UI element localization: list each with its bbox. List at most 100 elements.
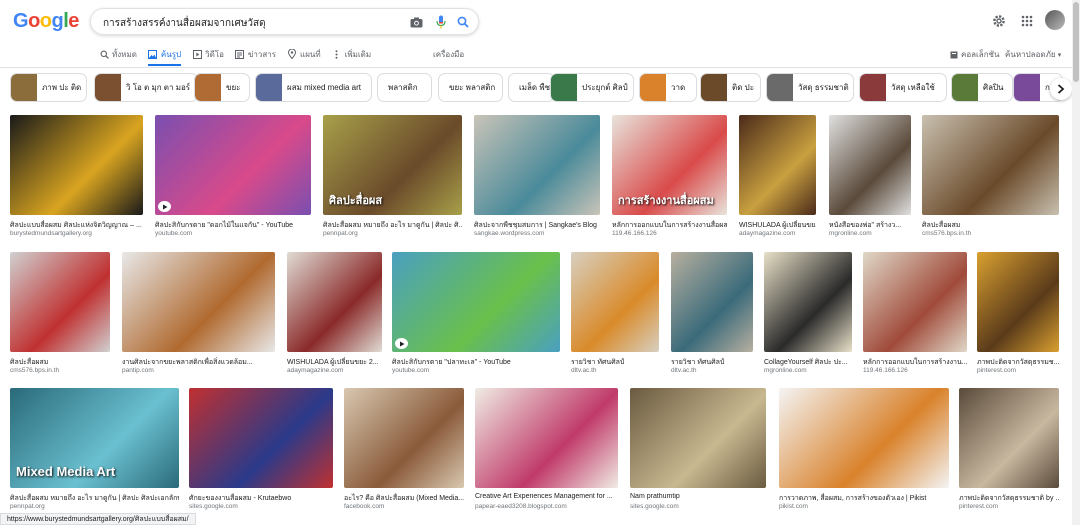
chip[interactable]: ศิลปิน (951, 73, 1013, 102)
chip[interactable]: วาด (639, 73, 697, 102)
image-result[interactable]: WISHULADA ผู้เปลี่ยนขยะ 2... adaymagazine… (287, 252, 382, 380)
result-thumbnail[interactable] (189, 388, 333, 488)
result-thumbnail[interactable] (739, 115, 816, 215)
chip[interactable]: วิ โอ ต มุก ตา มอร์ (94, 73, 198, 102)
image-result[interactable]: ศิลปะสื่อผสม cms576.bps.in.th (922, 115, 1059, 243)
bookmark-icon (950, 51, 958, 58)
image-result[interactable]: ศิลปะสื่อผส ศิลปะสื่อผสม หมายถึง อะไร มาด… (323, 115, 462, 243)
chip[interactable]: วัสดุ ธรรมชาติ (766, 73, 854, 102)
image-result[interactable]: WISHULADA ผู้เปลี่ยนขย... adaymagazine.co… (739, 115, 816, 243)
scrollbar-thumb[interactable] (1073, 2, 1079, 82)
chip[interactable]: ขยะ (194, 73, 250, 102)
image-result[interactable]: ศิลปะจากพืชชุมสมการ | Sangkae's Blog sang… (474, 115, 600, 243)
image-result[interactable]: ศิลปะสิกับกรตาย "ปลาทะเล" - YouTube youtu… (392, 252, 560, 380)
page-scrollbar[interactable] (1072, 0, 1080, 525)
chip-label: ติด ปะ (732, 83, 754, 92)
result-caption[interactable]: Nam prathumtip (630, 493, 766, 500)
image-result[interactable]: CollageYourself ศิลปะ ปะ... mgronline.com (764, 252, 852, 380)
tools-button[interactable]: เครื่องมือ (433, 48, 464, 61)
image-result[interactable]: ศักยะของงานสื่อผสม - Krutaebwo sites.goog… (189, 388, 333, 516)
image-result[interactable]: Nam prathumtip sites.google.com (630, 388, 766, 516)
result-thumbnail[interactable] (392, 252, 560, 352)
logo-letter: o (39, 10, 52, 32)
search-box[interactable]: การสร้างสรรค์งานสื่อผสมจากเศษวัสดุ (90, 8, 479, 35)
result-source: facebook.com (344, 503, 385, 510)
result-thumbnail[interactable] (475, 388, 618, 488)
result-thumbnail[interactable] (287, 252, 382, 352)
image-result[interactable]: การวาดภาพ, สื่อผสม, การสร้างของตัวเอง | … (779, 388, 949, 516)
result-source: adaymagazine.com (287, 367, 344, 374)
mic-icon[interactable] (433, 14, 449, 30)
chip-label: ศิลปิน (983, 83, 1004, 92)
result-thumbnail[interactable] (474, 115, 600, 215)
chip[interactable]: ประยุกต์ ศิลป์ (550, 73, 634, 102)
chip-label: พลาสติก (388, 83, 418, 92)
result-thumbnail[interactable] (10, 252, 110, 352)
result-thumbnail[interactable]: การสร้างงานสื่อผสม (612, 115, 727, 215)
chip[interactable]: เมล็ด พืช (508, 73, 555, 102)
image-result[interactable]: ภาพปะติดจากวัสดุธรรมชาติ by ... pinterest… (959, 388, 1059, 516)
result-thumbnail[interactable] (155, 115, 311, 215)
result-thumbnail[interactable] (959, 388, 1059, 488)
chips-next-button[interactable] (1050, 78, 1072, 100)
chip-thumbnail (952, 74, 978, 101)
tab-more[interactable]: เพิ่มเติม (332, 45, 371, 63)
google-logo[interactable]: Google (13, 10, 79, 33)
result-thumbnail[interactable]: ศิลปะสื่อผส (323, 115, 462, 215)
tab-label: วิดีโอ (205, 49, 224, 59)
chip[interactable]: พลาสติก (377, 73, 432, 102)
chip[interactable]: ภาพ ปะ ติด (10, 73, 87, 102)
result-thumbnail[interactable] (671, 252, 753, 352)
search-icon[interactable] (455, 14, 471, 30)
image-result[interactable]: รายวิชา ทัศนศิลป์ dltv.ac.th (571, 252, 659, 380)
image-result[interactable]: รายวิชา ทัศนศิลป์ dltv.ac.th (671, 252, 753, 380)
result-thumbnail[interactable] (829, 115, 911, 215)
tab-videos[interactable]: วิดีโอ (192, 45, 224, 63)
tab-images[interactable]: ค้นรูป (147, 42, 182, 66)
safesearch-dropdown[interactable]: ค้นหาปลอดภัย ▾ (1005, 48, 1061, 61)
chip-thumbnail (195, 74, 221, 101)
result-thumbnail[interactable] (630, 388, 766, 488)
chip[interactable]: ขยะ พลาสติก (438, 73, 503, 102)
result-thumbnail[interactable] (10, 115, 143, 215)
image-result[interactable]: หลักการออกแบบในการสร้างงาน... 119.46.166.… (863, 252, 967, 380)
result-caption[interactable]: Creative Art Experiences Management for … (475, 493, 618, 500)
result-source: dltv.ac.th (671, 367, 697, 374)
image-result[interactable]: Mixed Media Art ศิลปะสื่อผสม หมายถึง อะไร… (10, 388, 179, 516)
image-result[interactable]: งานศิลปะจากขยะพลาสติกเพื่อสิ่งแวดล้อม...… (122, 252, 275, 380)
result-source: mgronline.com (764, 367, 807, 374)
image-result[interactable]: หนังสือของพ่อ" สร้างว... mgronline.com (829, 115, 911, 243)
image-result[interactable]: ศิลปะแบบสื่อผสม ศิลปะแห่งจิตวิญญาณ – ...… (10, 115, 143, 243)
chip-thumbnail (640, 74, 666, 101)
chip[interactable]: ผสม mixed media art (255, 73, 372, 102)
chip[interactable]: ติด ปะ (700, 73, 761, 102)
result-source: pennpat.org (323, 230, 358, 237)
search-input[interactable]: การสร้างสรรค์งานสื่อผสมจากเศษวัสดุ (103, 16, 266, 31)
result-thumbnail[interactable] (779, 388, 949, 488)
image-result[interactable]: ภาพปะติดจากวัสดุธรรมช... pinterest.com (977, 252, 1059, 380)
result-thumbnail[interactable] (764, 252, 852, 352)
chip-label: วาด (671, 83, 686, 92)
result-thumbnail[interactable]: Mixed Media Art (10, 388, 179, 488)
apps-grid-icon[interactable] (1018, 12, 1036, 30)
avatar[interactable] (1045, 10, 1065, 30)
result-thumbnail[interactable] (863, 252, 967, 352)
result-thumbnail[interactable] (344, 388, 464, 488)
result-thumbnail[interactable] (977, 252, 1059, 352)
image-result[interactable]: การสร้างงานสื่อผสม หลักการออกแบบในการสร้า… (612, 115, 727, 243)
chip[interactable]: วัสดุ เหลือใช้ (859, 73, 947, 102)
image-result[interactable]: ศิลปะสื่อผสม cms576.bps.in.th (10, 252, 110, 380)
tab-news[interactable]: ข่าวสาร (235, 45, 276, 63)
collections-button[interactable]: คอลเล็กชัน (950, 48, 999, 61)
camera-icon[interactable] (408, 14, 424, 30)
result-thumbnail[interactable] (571, 252, 659, 352)
image-result[interactable]: อะไร? คือ ศิลปะสื่อผสม (Mixed Media... fa… (344, 388, 464, 516)
image-result[interactable]: Creative Art Experiences Management for … (475, 388, 618, 516)
result-thumbnail[interactable] (122, 252, 275, 352)
result-source: pinterest.com (977, 367, 1017, 374)
result-thumbnail[interactable] (922, 115, 1059, 215)
tab-all[interactable]: ทั้งหมด (99, 45, 137, 63)
image-result[interactable]: ศิลปะสิกับกรตาย "ดอกไม้ในแจกัน" - YouTub… (155, 115, 311, 243)
tab-maps[interactable]: แผนที่ (287, 45, 321, 63)
gear-icon[interactable] (990, 12, 1008, 30)
